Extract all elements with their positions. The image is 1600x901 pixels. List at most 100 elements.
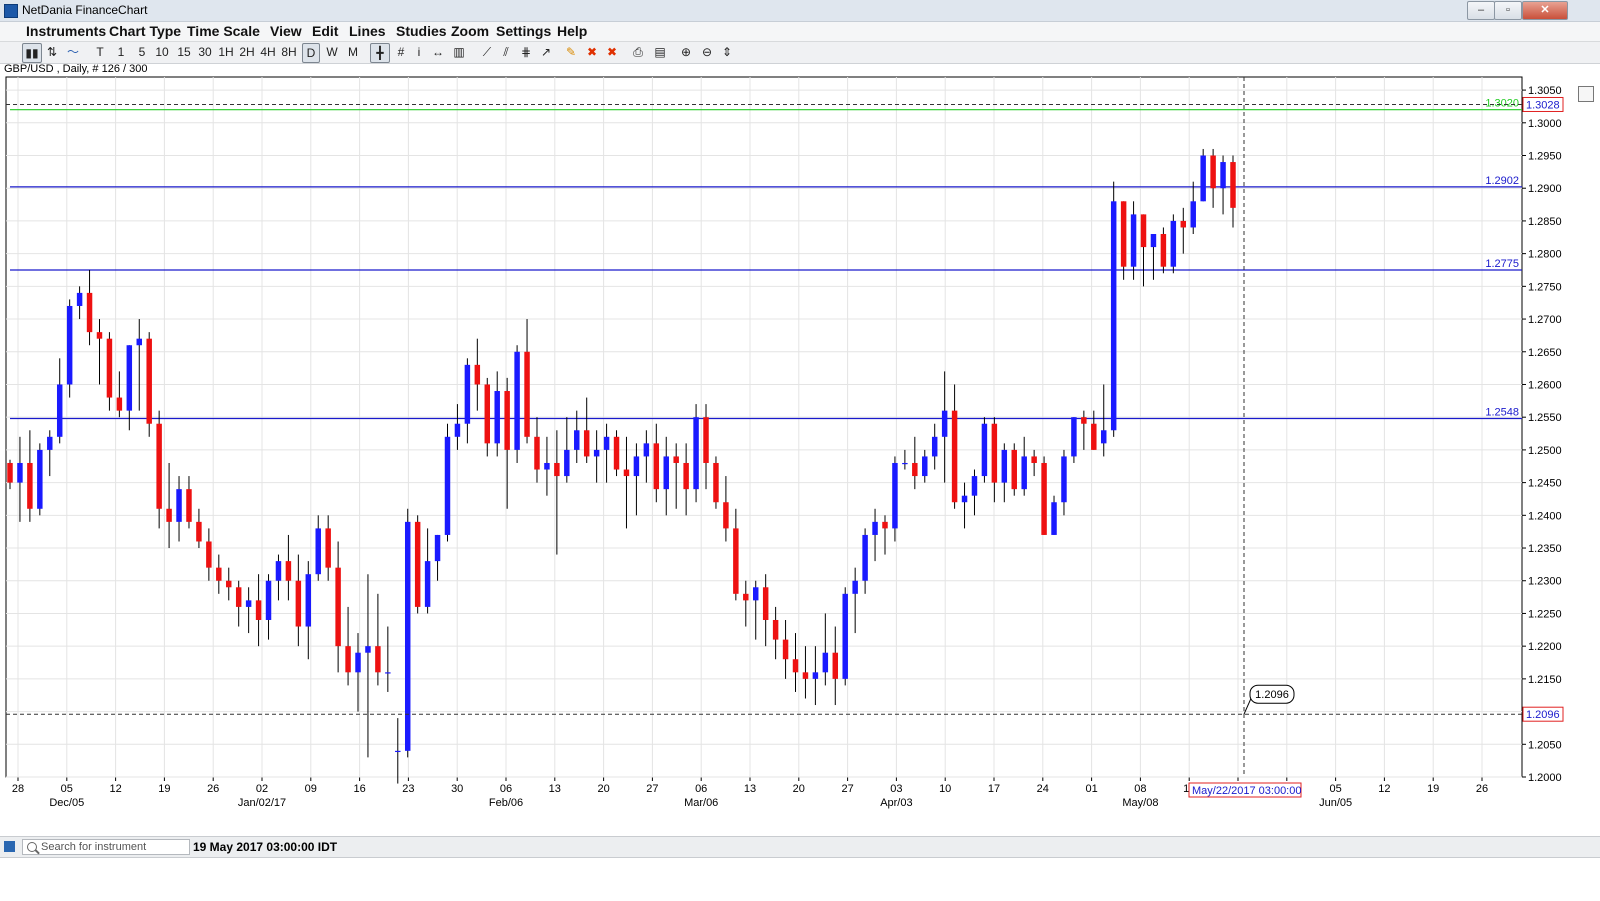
timescale-m[interactable]: M (345, 43, 361, 61)
delete-drawing-icon[interactable]: ✖ (584, 43, 600, 61)
candle-body (96, 332, 103, 339)
grid-icon[interactable]: # (393, 43, 409, 61)
candle-body (603, 436, 610, 450)
menu-settings[interactable]: Settings (496, 23, 551, 39)
y-tick-label: 1.2250 (1528, 608, 1562, 620)
x-month-label: Jan/02/17 (238, 797, 286, 809)
candle-body (981, 423, 988, 477)
candle-body (564, 449, 570, 477)
x-tick-label: 06 (695, 783, 707, 795)
timescale-4h[interactable]: 4H (258, 43, 278, 61)
print-icon[interactable]: ⎙ (630, 43, 646, 61)
minimize-button[interactable]: – (1467, 1, 1495, 20)
candle-body (842, 593, 848, 679)
candle-body (852, 580, 858, 594)
chart-area[interactable]: 28 05 12 19 26 02 09 16 23 30 06 13 20 27 06 13 20 27 03 10… (0, 75, 1600, 840)
candle-body (1031, 456, 1037, 463)
info-icon[interactable]: i (413, 43, 425, 61)
candle-body (1101, 430, 1107, 444)
timescale-30[interactable]: 30 (195, 43, 215, 61)
candle-body (1071, 417, 1077, 457)
zoom-out-icon[interactable]: ⊖ (699, 43, 715, 61)
candlestick-chart[interactable]: 28 05 12 19 26 02 09 16 23 30 06 13 20 27 06 13 20 27 03 10… (0, 75, 1600, 835)
search-input[interactable]: Search for instrument (22, 839, 190, 855)
trendline-icon[interactable]: ⟋ (479, 43, 495, 61)
x-tick-label: 28 (12, 783, 24, 795)
y-tick-label: 1.2850 (1528, 216, 1562, 228)
x-tick-label: 05 (1329, 783, 1341, 795)
timescale-15[interactable]: 15 (174, 43, 194, 61)
timescale-d[interactable]: D (302, 43, 320, 63)
timescale-t[interactable]: T (93, 43, 107, 61)
x-tick-label: 26 (1476, 783, 1488, 795)
arrow-tool-icon[interactable]: ↗ (538, 43, 554, 61)
draw-pencil-icon[interactable]: ✎ (563, 43, 579, 61)
x-tick-label: 10 (939, 783, 951, 795)
candle-body (832, 652, 839, 679)
candle-body (484, 384, 491, 444)
menu-zoom[interactable]: Zoom (451, 23, 489, 39)
volume-icon[interactable]: ▥ (450, 43, 468, 61)
menu-bar: Instruments Chart Type Time Scale View E… (0, 22, 1600, 42)
timescale-2h[interactable]: 2H (237, 43, 257, 61)
bottom-panel (0, 857, 1600, 901)
zoom-in-icon[interactable]: ⊕ (678, 43, 694, 61)
x-tick-label: 17 (988, 783, 1000, 795)
x-tick-label: 13 (744, 783, 756, 795)
candle-body (812, 672, 819, 679)
crosshair-price-label: 1.3028 (1526, 99, 1560, 111)
fibonacci-icon[interactable]: ⋕ (518, 43, 534, 61)
menu-edit[interactable]: Edit (312, 23, 338, 39)
candle-body (693, 417, 699, 490)
menu-view[interactable]: View (270, 23, 302, 39)
menu-time-scale[interactable]: Time Scale (187, 23, 260, 39)
timescale-5[interactable]: 5 (135, 43, 149, 61)
delete-all-icon[interactable]: ✖ (603, 43, 621, 61)
candle-body (156, 423, 162, 509)
candle-body (47, 436, 53, 450)
candle-body (1130, 214, 1137, 267)
menu-studies[interactable]: Studies (396, 23, 447, 39)
candle-body (663, 456, 669, 490)
x-month-label: Apr/03 (880, 797, 912, 809)
candle-body (653, 443, 660, 490)
menu-help[interactable]: Help (557, 23, 587, 39)
menu-lines[interactable]: Lines (349, 23, 386, 39)
x-tick-label: 19 (158, 783, 170, 795)
channel-line-icon[interactable]: ⫽ (498, 43, 514, 61)
timescale-8h[interactable]: 8H (279, 43, 299, 61)
low-annotation-label: 1.2096 (1255, 689, 1289, 701)
crosshair-icon[interactable]: ╋ (370, 43, 390, 63)
maximize-button[interactable]: ▫ (1494, 1, 1522, 20)
menu-instruments[interactable]: Instruments (26, 23, 106, 39)
candle-body (613, 436, 620, 470)
candle-body (752, 587, 759, 601)
pan-arrows-icon[interactable]: ↔ (430, 43, 446, 61)
ohlc-bar-chart-icon[interactable]: ⇅ (44, 43, 60, 61)
timescale-w[interactable]: W (324, 43, 340, 61)
candle-body (315, 528, 321, 575)
timescale-1[interactable]: 1 (114, 43, 128, 61)
y-tick-label: 1.2800 (1528, 249, 1562, 261)
candle-body (892, 462, 898, 529)
candle-body (514, 351, 520, 450)
timescale-1h[interactable]: 1H (216, 43, 236, 61)
level-line-label: 1.2902 (1485, 175, 1519, 187)
candle-body (335, 567, 341, 647)
line-chart-icon[interactable]: 〜 (64, 43, 82, 61)
y-tick-label: 1.3000 (1528, 118, 1562, 130)
y-tick-label: 1.2650 (1528, 347, 1562, 359)
candle-body (474, 364, 481, 385)
menu-chart-type[interactable]: Chart Type (109, 23, 181, 39)
print-preview-icon[interactable]: ▤ (652, 43, 668, 61)
candle-body (86, 292, 93, 333)
close-button[interactable]: ✕ (1522, 1, 1568, 20)
candle-body (1091, 423, 1097, 450)
toolbar: ▮▮ ⇅ 〜 T 1 5 10 15 30 1H 2H 4H 8H D W M … (0, 42, 1600, 102)
timescale-10[interactable]: 10 (152, 43, 172, 61)
fit-to-screen-icon[interactable]: ⇕ (719, 43, 735, 61)
candle-body (991, 423, 998, 483)
level-line-label: 1.3020 (1485, 98, 1519, 110)
candle-body (176, 489, 182, 522)
candlestick-chart-icon[interactable]: ▮▮ (22, 43, 42, 63)
